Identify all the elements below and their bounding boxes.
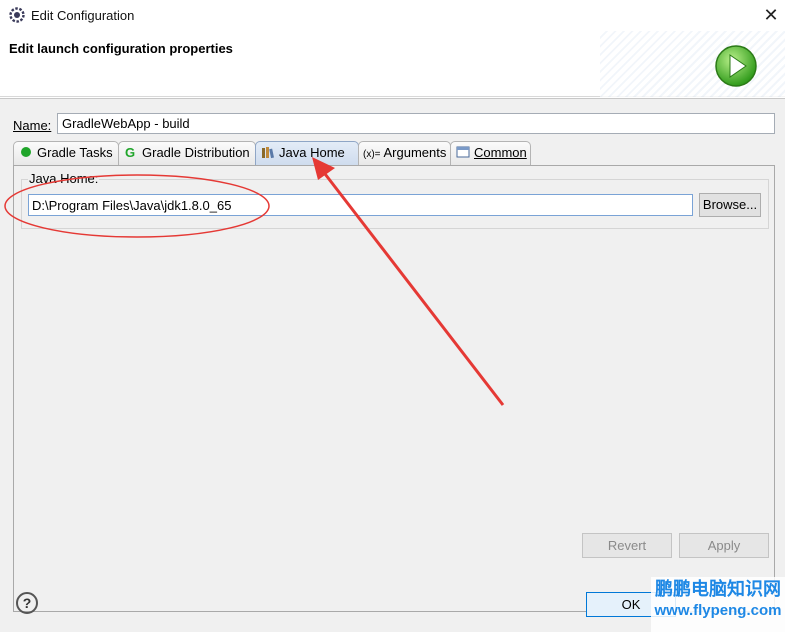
window-icon xyxy=(456,146,470,158)
title-bar: Edit Configuration ✕ xyxy=(0,0,785,31)
name-input[interactable] xyxy=(57,113,775,134)
java-home-input[interactable] xyxy=(28,194,693,216)
green-dot-icon xyxy=(21,147,31,157)
name-label-text: Name: xyxy=(13,118,52,133)
java-home-label: Java Home: xyxy=(28,171,100,186)
dialog-body: Name: Gradle Tasks G Gradle Distribution … xyxy=(0,98,785,633)
tab-label: Java Home xyxy=(279,145,345,160)
tab-java-home[interactable]: Java Home xyxy=(255,141,359,165)
tab-label: Arguments xyxy=(383,145,447,160)
tab-gradle-tasks[interactable]: Gradle Tasks xyxy=(13,141,119,165)
tab-gradle-distribution[interactable]: G Gradle Distribution xyxy=(118,141,256,165)
dialog-header: Edit launch configuration properties xyxy=(0,31,785,97)
tab-bar: Gradle Tasks G Gradle Distribution Java H… xyxy=(13,141,775,165)
tab-label: Gradle Tasks xyxy=(37,145,113,160)
svg-text:G: G xyxy=(125,145,135,159)
revert-button[interactable]: Revert xyxy=(582,533,672,558)
name-label: Name: xyxy=(13,118,51,133)
variables-icon: (x)= xyxy=(363,149,381,160)
watermark: 鹏鹏电脑知识网 www.flypeng.com xyxy=(651,577,785,633)
tab-arguments[interactable]: (x)= Arguments xyxy=(358,141,451,165)
run-icon xyxy=(715,45,757,87)
browse-button[interactable]: Browse... xyxy=(699,193,761,217)
gradle-g-icon: G xyxy=(125,145,135,159)
apply-button[interactable]: Apply xyxy=(679,533,769,558)
watermark-line1: 鹏鹏电脑知识网 xyxy=(655,579,781,599)
header-title: Edit launch configuration properties xyxy=(9,41,233,56)
gear-icon xyxy=(9,7,25,23)
tab-label: Common xyxy=(474,145,527,160)
help-icon[interactable]: ? xyxy=(16,592,38,614)
tab-common[interactable]: Common xyxy=(450,141,531,165)
tab-label-text: Common xyxy=(474,145,527,160)
books-icon xyxy=(262,147,274,159)
watermark-line2: www.flypeng.com xyxy=(654,602,782,619)
tab-label: Gradle Distribution xyxy=(142,145,250,160)
close-icon[interactable]: ✕ xyxy=(760,4,782,26)
window-title: Edit Configuration xyxy=(31,8,135,23)
